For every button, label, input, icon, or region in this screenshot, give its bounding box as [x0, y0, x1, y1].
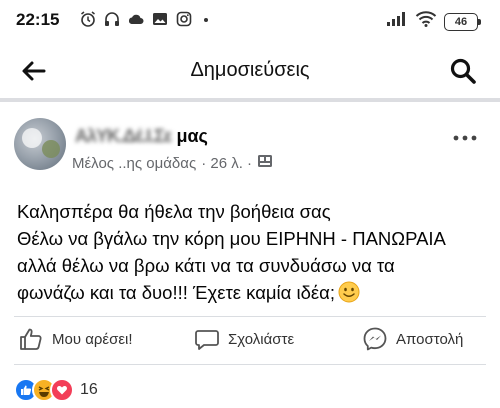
more-notifications-dot [204, 18, 208, 22]
search-button[interactable] [448, 56, 478, 86]
app-header: Δημοσιεύσεις [0, 44, 500, 98]
member-label: Μέλος ..ης ομάδας [72, 154, 197, 172]
send-button[interactable]: Αποστολή [362, 326, 463, 352]
more-options-button[interactable] [452, 130, 478, 141]
status-time: 22:15 [16, 10, 60, 29]
page-title: Δημοσιεύσεις [190, 59, 310, 81]
avatar[interactable] [14, 118, 66, 170]
love-reaction-icon [50, 378, 74, 402]
post-actions: Μου αρέσει! Σχολιάστε Αποστολή [0, 318, 500, 362]
like-label: Μου αρέσει! [52, 330, 133, 348]
more-horizontal-icon [453, 135, 477, 141]
reactions-summary[interactable]: 16 [14, 378, 98, 402]
battery-level: 46 [454, 15, 468, 28]
headphones-icon [103, 10, 121, 28]
author-name-visible: μας [176, 126, 208, 146]
author-name-redacted: ΑλΥΚ.Δέ.Ι.Σε [75, 126, 172, 146]
image-icon [151, 10, 169, 28]
thumbs-up-icon [20, 328, 42, 350]
post-text-line-last: φωνάζω και τα δυο!!! Έχετε καμία ιδέα; [17, 279, 487, 306]
post-text-line: φωνάζω και τα δυο!!! Έχετε καμία ιδέα; [17, 282, 335, 303]
group-members-icon [257, 153, 273, 173]
cloud-icon [127, 10, 145, 28]
actions-bottom-divider [14, 364, 486, 365]
actions-top-divider [14, 316, 486, 317]
like-button[interactable]: Μου αρέσει! [18, 326, 133, 352]
post-body: Καλησπέρα θα ήθελα την βοήθεια σας Θέλω … [17, 198, 487, 306]
send-label: Αποστολή [396, 330, 464, 348]
search-icon [450, 58, 476, 84]
battery-indicator: 46 [444, 12, 481, 31]
reaction-count: 16 [80, 381, 98, 398]
status-system-icons: 46 [386, 10, 481, 33]
wifi-icon [415, 10, 437, 33]
post-text-line: Καλησπέρα θα ήθελα την βοήθεια σας [17, 201, 331, 222]
post-text-line: αλλά θέλω να βρω κάτι να τα συνδυάσω να … [17, 255, 395, 276]
author-name[interactable]: ΑλΥΚ.Δέ.Ι.Σε μας [75, 126, 208, 147]
comment-icon [195, 330, 219, 350]
time-ago[interactable]: · 26 λ. · [201, 155, 252, 172]
signal-icon [386, 11, 408, 32]
post-meta: Μέλος ..ης ομάδας · 26 λ. · [72, 153, 273, 173]
smiling-face-emoji-icon [338, 281, 360, 303]
status-notification-icons [79, 10, 193, 28]
instagram-icon [175, 10, 193, 28]
comment-label: Σχολιάστε [228, 330, 295, 348]
comment-button[interactable]: Σχολιάστε [194, 326, 294, 352]
messenger-icon [363, 327, 387, 351]
post-card: ΑλΥΚ.Δέ.Ι.Σε μας Μέλος ..ης ομάδας · 26 … [0, 102, 500, 408]
post-text-line: Θέλω να βγάλω την κόρη μου ΕΙΡΗΝΗ - ΠΑΝΩ… [17, 228, 446, 249]
alarm-icon [79, 10, 97, 28]
status-bar: 22:15 46 [0, 0, 500, 44]
